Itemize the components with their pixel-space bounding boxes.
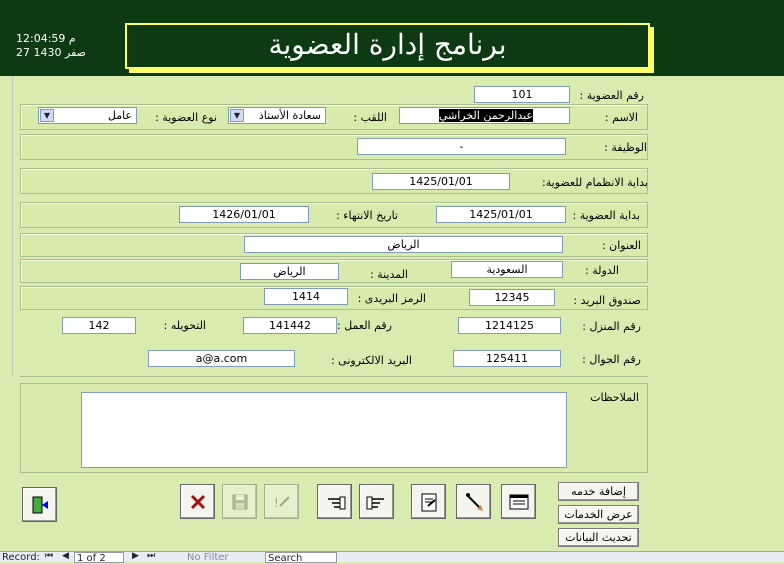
name-field[interactable]: عبدالرحمن الخراشي (399, 107, 570, 124)
job-field[interactable]: - (357, 138, 566, 155)
chevron-down-icon[interactable]: ▼ (40, 109, 54, 122)
member-no-label: رقم العضوية : (579, 89, 645, 102)
add-service-button[interactable]: إضافة خدمه (558, 482, 639, 501)
clock-date: 27 صفر 1430 (16, 46, 86, 59)
country-label: الدولة : (585, 264, 619, 277)
address-field[interactable]: الرياض (244, 236, 563, 253)
email-label: البريد الالكترونى : (330, 354, 412, 367)
name-label: الاسم : (604, 111, 638, 124)
hand-left-icon (328, 496, 346, 510)
end-date-field[interactable]: 1426/01/01 (179, 206, 309, 223)
form-icon (509, 494, 529, 510)
save-icon (232, 494, 248, 510)
job-label: الوظيفة : (604, 141, 647, 154)
work-phone-label: رقم العمل : (337, 319, 392, 332)
undo-button[interactable]: ! (264, 484, 299, 519)
record-label: Record: (2, 552, 40, 563)
form-left-border (12, 76, 13, 376)
clock: 12:04:59 م 27 صفر 1430 (16, 32, 86, 60)
notes-field[interactable] (81, 392, 567, 468)
exit-button[interactable] (22, 487, 57, 522)
email-field[interactable]: a@a.com (148, 350, 295, 367)
last-record-icon[interactable]: ⏭ (147, 551, 155, 561)
honorific-label: اللقب : (353, 111, 387, 124)
exit-door-icon (32, 496, 48, 514)
membership-type-label: نوع العضوية : (155, 111, 217, 124)
show-services-button[interactable]: عرض الخدمات (558, 505, 639, 524)
membership-start-field[interactable]: 1425/01/01 (436, 206, 566, 223)
ext-label: التحويله : (163, 319, 206, 332)
city-label: المدينة : (369, 268, 408, 281)
divider (20, 376, 648, 377)
delete-button[interactable] (180, 484, 215, 519)
postal-field[interactable]: 1414 (264, 288, 348, 305)
filter-indicator[interactable]: No Filter (187, 552, 229, 563)
report-button[interactable] (411, 484, 446, 519)
pencil-icon (466, 493, 483, 511)
hand-right-icon (366, 496, 384, 510)
membership-type-value: عامل (107, 109, 132, 122)
record-navigation-bar: Record: ⏮ ◀ 1 of 2 ▶ ⏭ No Filter Search (0, 551, 784, 564)
first-record-icon[interactable]: ⏮ (45, 551, 53, 561)
chevron-down-icon[interactable]: ▼ (230, 109, 244, 122)
report-icon (421, 493, 437, 512)
home-phone-field[interactable]: 1214125 (458, 317, 561, 334)
country-field[interactable]: السعودية (451, 261, 563, 278)
join-start-field[interactable]: 1425/01/01 (372, 173, 510, 190)
membership-start-label: بداية العضوية : (572, 209, 640, 222)
svg-text:!: ! (274, 496, 279, 510)
notes-label: الملاحظات (590, 391, 639, 404)
postal-label: الرمز البريدى : (357, 292, 426, 305)
ext-field[interactable]: 142 (62, 317, 136, 334)
next-nav-icon[interactable]: ▶ (132, 551, 139, 561)
edit-button[interactable] (456, 484, 491, 519)
member-no-field[interactable]: 101 (474, 86, 570, 103)
search-input[interactable]: Search (265, 552, 337, 564)
membership-type-select[interactable]: عامل ▼ (38, 107, 137, 124)
mobile-label: رقم الجوال : (582, 353, 641, 366)
save-button[interactable] (222, 484, 257, 519)
undo-icon: ! (274, 496, 290, 510)
pobox-label: صندوق البريد : (573, 294, 641, 307)
update-data-button[interactable]: تحديث البيانات (558, 528, 639, 547)
join-start-label: بداية الانظمام للعضوية: (542, 176, 648, 189)
prev-record-icon[interactable]: ◀ (62, 551, 69, 561)
delete-icon (190, 494, 206, 510)
home-phone-label: رقم المنزل : (582, 320, 641, 333)
address-label: العنوان : (601, 239, 641, 252)
city-field[interactable]: الرياض (240, 263, 339, 280)
previous-record-button[interactable] (317, 484, 352, 519)
mobile-field[interactable]: 125411 (453, 350, 561, 367)
next-record-button[interactable] (359, 484, 394, 519)
pobox-field[interactable]: 12345 (469, 289, 555, 306)
header-bar: 12:04:59 م 27 صفر 1430 برنامج إدارة العض… (0, 0, 784, 76)
work-phone-field[interactable]: 141442 (243, 317, 337, 334)
form-view-button[interactable] (501, 484, 536, 519)
app-title: برنامج إدارة العضوية (125, 23, 650, 69)
record-position-field[interactable]: 1 of 2 (74, 552, 124, 564)
honorific-select[interactable]: سعادة الأستاذ ▼ (228, 107, 326, 124)
end-date-label: تاريخ الانتهاء : (336, 209, 398, 222)
name-value: عبدالرحمن الخراشي (438, 109, 533, 122)
clock-time: 12:04:59 م (16, 32, 76, 45)
honorific-value: سعادة الأستاذ (258, 109, 321, 122)
